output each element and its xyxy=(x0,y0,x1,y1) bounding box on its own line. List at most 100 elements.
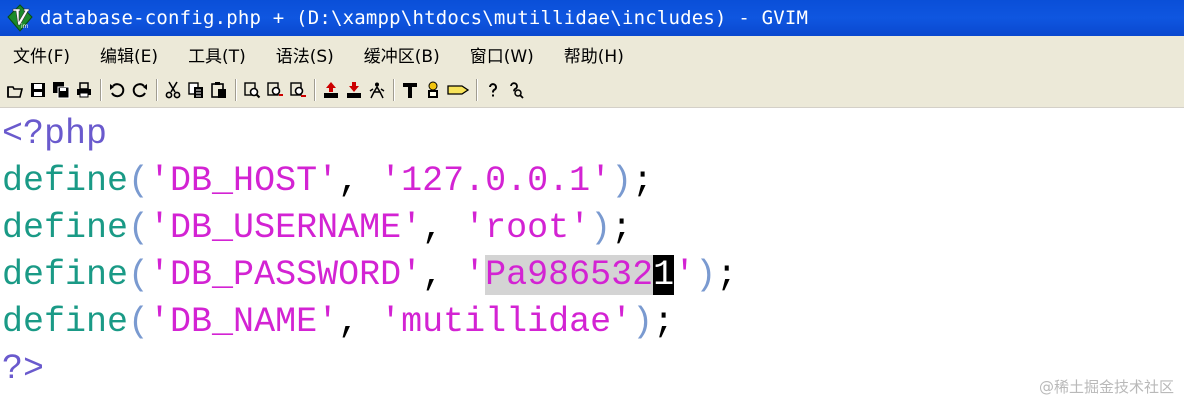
undo-button[interactable] xyxy=(106,77,128,103)
editor-area[interactable]: <?php define('DB_HOST', '127.0.0.1'); de… xyxy=(0,108,1184,403)
redo-button[interactable] xyxy=(129,77,151,103)
code-line-5[interactable]: define('DB_NAME', 'mutillidae'); xyxy=(2,300,674,344)
find-next-icon xyxy=(267,81,283,96)
tag-jump-icon xyxy=(447,84,470,95)
toolbar-separator xyxy=(476,78,478,101)
undo-icon xyxy=(110,82,125,97)
save-session-icon xyxy=(347,81,361,98)
make-button[interactable] xyxy=(399,77,421,103)
make-icon xyxy=(403,82,417,98)
comma: , xyxy=(338,302,381,342)
text-cursor[interactable]: 1 xyxy=(653,255,675,295)
code-line-3[interactable]: define('DB_USERNAME', 'root'); xyxy=(2,206,632,250)
comma: , xyxy=(338,161,381,201)
close-paren: ) xyxy=(695,255,717,295)
run-script-button[interactable] xyxy=(366,77,388,103)
paste-icon xyxy=(211,81,226,98)
help-button[interactable] xyxy=(482,77,504,103)
run-script-icon xyxy=(369,82,385,98)
find-help-button[interactable] xyxy=(505,77,527,103)
const-name: 'DB_NAME' xyxy=(149,302,339,342)
paste-button[interactable] xyxy=(208,77,230,103)
save-all-button[interactable] xyxy=(50,77,72,103)
toolbar-separator xyxy=(235,78,237,101)
load-session-icon xyxy=(324,81,338,98)
const-value: '127.0.0.1' xyxy=(380,161,612,201)
find-replace-icon xyxy=(244,81,261,98)
open-paren: ( xyxy=(128,208,150,248)
load-session-button[interactable] xyxy=(320,77,342,103)
watermark: @稀土掘金技术社区 xyxy=(1038,378,1174,396)
shell-icon xyxy=(428,81,438,98)
help-icon xyxy=(489,82,497,96)
const-name: 'DB_USERNAME' xyxy=(149,208,423,248)
define-keyword: define xyxy=(2,208,129,248)
save-icon xyxy=(31,82,45,97)
const-value: 'mutillidae' xyxy=(380,302,633,342)
open-paren: ( xyxy=(128,255,150,295)
const-value: 'root' xyxy=(464,208,591,248)
save-all-icon xyxy=(53,81,70,98)
code-line-4[interactable]: define('DB_PASSWORD', 'Pa9865321'); xyxy=(2,253,737,297)
cut-button[interactable] xyxy=(162,77,184,103)
define-keyword: define xyxy=(2,161,129,201)
menu-help[interactable]: 帮助(H) xyxy=(555,42,633,67)
comma: , xyxy=(422,208,465,248)
svg-text:im: im xyxy=(21,23,29,30)
find-help-icon xyxy=(510,81,524,99)
shell-button[interactable] xyxy=(422,77,444,103)
copy-icon xyxy=(188,81,203,98)
menu-file[interactable]: 文件(F) xyxy=(4,42,79,67)
semicolon: ; xyxy=(716,255,738,295)
const-name: 'DB_PASSWORD' xyxy=(149,255,423,295)
close-paren: ) xyxy=(611,161,633,201)
open-paren: ( xyxy=(128,302,150,342)
code-line-6[interactable]: ?> xyxy=(2,347,44,391)
vim-logo-icon[interactable]: im xyxy=(7,4,33,32)
menu-syntax[interactable]: 语法(S) xyxy=(267,42,343,67)
redo-icon xyxy=(132,82,147,97)
define-keyword: define xyxy=(2,255,129,295)
print-button[interactable] xyxy=(73,77,95,103)
close-paren: ) xyxy=(590,208,612,248)
menu-edit[interactable]: 编辑(E) xyxy=(91,42,167,67)
php-open-tag: <?php xyxy=(2,114,108,154)
save-session-button[interactable] xyxy=(343,77,365,103)
find-prev-button[interactable] xyxy=(287,77,309,103)
close-paren: ) xyxy=(632,302,654,342)
open-icon xyxy=(7,85,24,98)
tag-jump-button[interactable] xyxy=(445,77,471,103)
toolbar-separator xyxy=(393,78,395,101)
selected-password-text[interactable]: Pa986532 xyxy=(485,255,654,295)
semicolon: ; xyxy=(632,161,654,201)
const-name: 'DB_HOST' xyxy=(149,161,339,201)
find-replace-button[interactable] xyxy=(241,77,263,103)
window-title: database-config.php + (D:\xampp\htdocs\m… xyxy=(40,7,809,29)
menu-tools[interactable]: 工具(T) xyxy=(179,42,255,67)
semicolon: ; xyxy=(653,302,675,342)
save-button[interactable] xyxy=(27,77,49,103)
menu-bar: 文件(F) 编辑(E) 工具(T) 语法(S) 缓冲区(B) 窗口(W) 帮助(… xyxy=(0,36,1184,72)
code-line-1[interactable]: <?php xyxy=(2,112,107,156)
title-bar[interactable]: im database-config.php + (D:\xampp\htdoc… xyxy=(0,0,1184,36)
toolbar-separator xyxy=(100,78,102,101)
value-close-quote: ' xyxy=(674,255,696,295)
menu-buffers[interactable]: 缓冲区(B) xyxy=(355,42,449,67)
toolbar xyxy=(0,72,1184,108)
copy-button[interactable] xyxy=(185,77,207,103)
print-icon xyxy=(77,81,91,97)
menu-window[interactable]: 窗口(W) xyxy=(461,42,543,67)
define-keyword: define xyxy=(2,302,129,342)
open-button[interactable] xyxy=(4,77,26,103)
code-line-2[interactable]: define('DB_HOST', '127.0.0.1'); xyxy=(2,159,653,203)
open-paren: ( xyxy=(128,161,150,201)
toolbar-separator xyxy=(314,78,316,101)
semicolon: ; xyxy=(611,208,633,248)
comma: , xyxy=(422,255,465,295)
find-next-button[interactable] xyxy=(264,77,286,103)
cut-icon xyxy=(165,81,181,98)
toolbar-separator xyxy=(156,78,158,101)
php-close-tag: ?> xyxy=(2,349,45,389)
gvim-window: im database-config.php + (D:\xampp\htdoc… xyxy=(0,0,1184,403)
find-prev-icon xyxy=(290,81,306,97)
